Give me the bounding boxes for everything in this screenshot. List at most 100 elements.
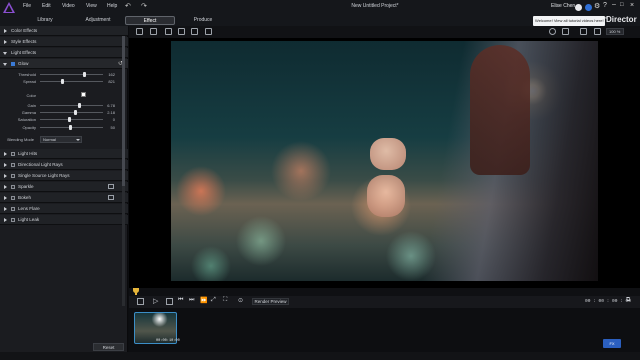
section-light-effects[interactable]: Light Effects	[0, 48, 128, 58]
chevron-right-icon	[4, 207, 7, 211]
param-slider[interactable]	[40, 110, 103, 115]
render-preview-icon[interactable]: ⊙	[238, 297, 243, 304]
slider-knob[interactable]	[68, 117, 72, 122]
undo-icon[interactable]: ↶	[125, 2, 131, 10]
fullscreen-icon[interactable]: ⛶	[223, 297, 227, 304]
minimize-icon[interactable]: –	[612, 1, 616, 8]
play-icon[interactable]: ▷	[153, 297, 158, 305]
status-bar	[0, 352, 640, 360]
menu-edit[interactable]: Edit	[42, 3, 51, 9]
effect-glow-header[interactable]: Glow ↺	[0, 59, 128, 69]
notification-icon[interactable]	[585, 4, 592, 11]
slider-knob[interactable]	[68, 125, 72, 130]
preview-scrubber[interactable]	[129, 288, 640, 296]
slider-knob[interactable]	[78, 103, 82, 108]
user-name[interactable]: Elise Chen	[551, 3, 575, 9]
section-color-effects[interactable]: Color Effects	[0, 26, 128, 36]
param-label: Opacity	[22, 125, 36, 130]
effect-label: Light Leak	[18, 217, 40, 222]
help-icon[interactable]: ?	[603, 2, 607, 9]
previous-frame-icon[interactable]: ⏮	[178, 297, 183, 304]
trophy-marker-icon[interactable]	[133, 288, 139, 295]
video-subject-hand	[367, 175, 405, 217]
redo-icon[interactable]: ↷	[141, 2, 147, 10]
effect-sparkle[interactable]: Sparkle	[0, 182, 128, 192]
param-slider[interactable]	[40, 79, 103, 84]
param-value[interactable]: 162	[105, 72, 115, 77]
slider-knob[interactable]	[73, 110, 77, 115]
effect-checkbox[interactable]	[11, 185, 15, 189]
screen-icon[interactable]	[205, 28, 212, 35]
menu-view[interactable]: View	[86, 3, 97, 9]
param-value[interactable]: 821	[105, 79, 115, 84]
close-icon[interactable]: ×	[630, 2, 634, 9]
zoom-select[interactable]: 100 %	[606, 28, 624, 35]
effect-bokeh[interactable]: Bokeh	[0, 193, 128, 203]
effect-single-source-light-rays[interactable]: Single Source Light Rays	[0, 171, 128, 181]
preview-mode-icon[interactable]	[594, 28, 601, 35]
effect-lens-flare[interactable]: Lens Flare	[0, 204, 128, 214]
video-subject-hand	[370, 138, 406, 170]
section-style-effects[interactable]: Style Effects	[0, 37, 128, 47]
param-value[interactable]: 2.18	[105, 110, 115, 115]
keyframe-icon[interactable]	[108, 195, 114, 200]
tab-effect[interactable]: Effect	[125, 16, 175, 25]
effect-checkbox[interactable]	[11, 152, 15, 156]
section-label: Color Effects	[11, 28, 38, 33]
display-quality-icon[interactable]	[580, 28, 587, 35]
effect-light-hits[interactable]: Light Hits	[0, 149, 128, 159]
color-swatch[interactable]	[81, 92, 86, 97]
panel-scroll-thumb[interactable]	[122, 36, 125, 186]
glow-checkbox[interactable]	[11, 62, 15, 66]
delete-icon[interactable]	[178, 28, 185, 35]
param-value[interactable]: 50	[105, 125, 115, 130]
project-title: New Untitled Project*	[351, 3, 399, 9]
stop-icon[interactable]	[166, 298, 173, 305]
split-icon[interactable]	[191, 28, 198, 35]
slider-knob[interactable]	[61, 79, 64, 84]
clip-mode-icon[interactable]	[137, 298, 144, 305]
menu-video[interactable]: Video	[62, 3, 75, 9]
tab-library[interactable]: Library	[20, 16, 70, 25]
param-slider[interactable]	[40, 103, 103, 108]
fast-forward-icon[interactable]: ⏩	[200, 297, 207, 304]
param-value[interactable]: 6.78	[105, 103, 115, 108]
effect-light-leak[interactable]: Light Leak	[0, 215, 128, 225]
slider-knob[interactable]	[83, 72, 87, 77]
effect-checkbox[interactable]	[11, 174, 15, 178]
param-slider[interactable]	[40, 72, 103, 77]
app-logo-icon	[3, 2, 15, 13]
volume-icon[interactable]	[562, 28, 569, 35]
snapshot-icon[interactable]	[549, 28, 556, 35]
effect-checkbox[interactable]	[11, 218, 15, 222]
timecode-display[interactable]: 00 : 00 : 00 : 00	[585, 299, 631, 304]
effect-checkbox[interactable]	[11, 196, 15, 200]
chevron-right-icon	[4, 174, 7, 178]
maximize-icon[interactable]: □	[620, 2, 624, 8]
menu-file[interactable]: File	[23, 3, 31, 9]
effect-label: Lens Flare	[18, 206, 40, 211]
glow-title: Glow	[18, 61, 29, 66]
effect-checkbox[interactable]	[11, 207, 15, 211]
menu-help[interactable]: Help	[107, 3, 117, 9]
effect-directional-light-rays[interactable]: Directional Light Rays	[0, 160, 128, 170]
tab-produce[interactable]: Produce	[178, 16, 228, 25]
undock-icon[interactable]: ⧉	[626, 297, 630, 304]
param-slider[interactable]	[40, 125, 103, 130]
clip-duration: 00:00:10:00	[156, 339, 180, 343]
loop-icon[interactable]: ⤢	[211, 297, 216, 304]
tools-icon[interactable]	[136, 28, 143, 35]
render-preview-button[interactable]: Render Preview	[252, 298, 289, 305]
account-icon[interactable]	[575, 4, 582, 11]
param-slider[interactable]	[40, 117, 103, 122]
fix-enhance-icon[interactable]	[165, 28, 172, 35]
crop-icon[interactable]	[150, 28, 157, 35]
chevron-right-icon	[4, 152, 7, 156]
reset-button[interactable]: Reset	[93, 343, 124, 351]
tab-adjustment[interactable]: Adjustment	[73, 16, 123, 25]
next-frame-icon[interactable]: ⏭	[189, 297, 194, 304]
keyframe-icon[interactable]	[108, 184, 114, 189]
settings-icon[interactable]: ⚙	[594, 2, 600, 10]
effect-checkbox[interactable]	[11, 163, 15, 167]
param-value[interactable]: 0	[105, 117, 115, 122]
